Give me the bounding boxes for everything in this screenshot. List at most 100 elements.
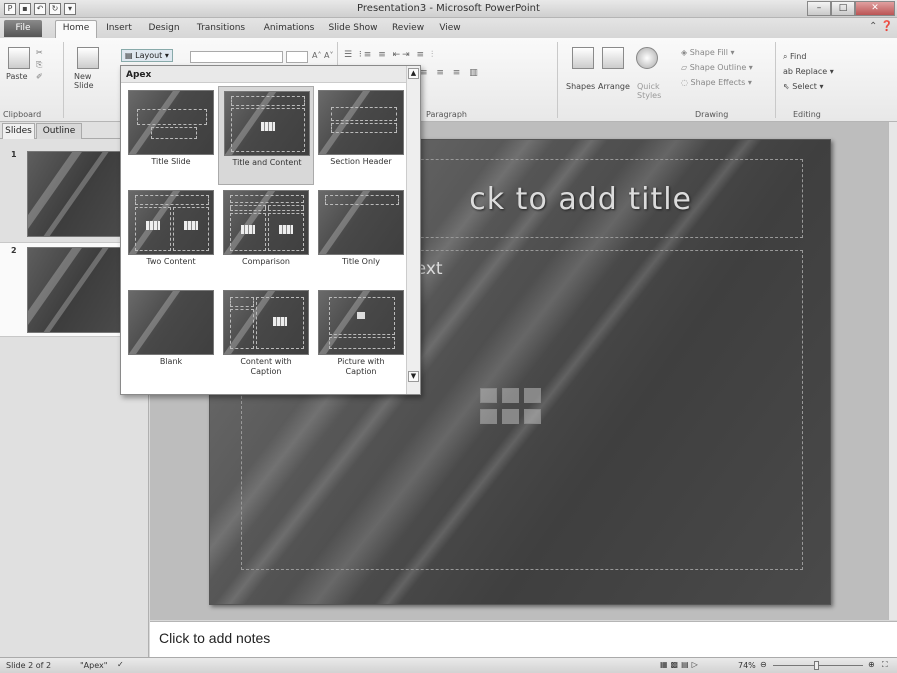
zoom-slider-thumb[interactable]	[814, 661, 819, 670]
replace-label: Replace	[795, 67, 828, 76]
tab-home[interactable]: Home	[55, 20, 97, 38]
spell-check-icon[interactable]: ✓	[117, 660, 124, 669]
group-divider	[775, 42, 776, 118]
layout-title-and-content[interactable]: Title and Content	[218, 86, 314, 185]
slide-count: Slide 2 of 2	[6, 661, 52, 670]
layout-label: Two Content	[146, 257, 196, 266]
zoom-out-icon[interactable]: ⊖	[760, 660, 767, 669]
arrange-label[interactable]: Arrange	[598, 82, 630, 91]
layout-title-only[interactable]: Title Only	[313, 186, 409, 285]
font-size-box[interactable]	[286, 51, 308, 63]
grow-font-icon[interactable]: A˄ A˅	[312, 51, 334, 60]
layout-gallery: Apex Title Slide Title and Content Secti…	[120, 65, 421, 395]
find-icon: ⌕	[783, 52, 791, 61]
shape-effects-button[interactable]: ◌ Shape Effects ▾	[681, 78, 752, 87]
slide-number: 2	[11, 246, 17, 255]
editing-group-label: Editing	[793, 110, 821, 119]
layout-preview	[318, 190, 404, 255]
new-slide-icon[interactable]	[77, 47, 99, 69]
select-button[interactable]: ⇖ Select ▾	[783, 82, 824, 91]
insert-smartart-icon[interactable]	[524, 388, 541, 403]
gallery-scrollbar[interactable]: ▲ ▼	[406, 66, 420, 394]
layout-preview	[128, 190, 214, 255]
arrange-icon[interactable]	[602, 47, 624, 69]
theme-name: "Apex"	[80, 661, 108, 670]
maximize-button[interactable]: □	[831, 1, 855, 16]
notes-placeholder: Click to add notes	[159, 630, 271, 646]
paste-label[interactable]: Paste	[6, 72, 28, 81]
layout-picture-with-caption[interactable]: Picture with Caption	[313, 286, 409, 385]
scroll-up-icon[interactable]: ▲	[408, 68, 419, 79]
scroll-down-icon[interactable]: ▼	[408, 371, 419, 382]
zoom-in-icon[interactable]: ⊕	[868, 660, 875, 669]
replace-button[interactable]: ab Replace ▾	[783, 67, 834, 76]
shape-fill-icon: ◈	[681, 48, 690, 57]
list-icons[interactable]: ☰ ⁝≡ ≡ ⇤⇥ ≡ ⫶	[344, 50, 435, 60]
window-controls: – □ ✕	[807, 1, 895, 16]
align-icons[interactable]: ≡ ≡ ≡ ▥	[420, 68, 481, 78]
shape-fill-label: Shape Fill	[689, 48, 728, 57]
format-painter-icon[interactable]: ✐	[36, 72, 43, 81]
minimize-button[interactable]: –	[807, 1, 831, 16]
layout-preview	[318, 90, 404, 155]
new-slide-label[interactable]: New Slide	[74, 72, 94, 90]
window-title: Presentation3 - Microsoft PowerPoint	[357, 3, 540, 14]
tab-insert[interactable]: Insert	[103, 22, 135, 37]
paragraph-group-label: Paragraph	[426, 110, 467, 119]
tab-transitions[interactable]: Transitions	[191, 22, 251, 37]
layout-title-slide[interactable]: Title Slide	[123, 86, 219, 185]
layout-section-header[interactable]: Section Header	[313, 86, 409, 185]
copy-icon[interactable]: ⎘	[36, 60, 42, 70]
layout-label: Comparison	[242, 257, 290, 266]
layout-two-content[interactable]: Two Content	[123, 186, 219, 285]
insert-chart-icon[interactable]	[502, 388, 519, 403]
vertical-scrollbar[interactable]	[888, 122, 897, 620]
fit-to-window-icon[interactable]: ⛶	[882, 660, 888, 670]
shapes-label[interactable]: Shapes	[566, 82, 595, 91]
tab-slide-show[interactable]: Slide Show	[324, 22, 382, 37]
layout-label: Content with Caption	[240, 357, 292, 376]
layout-blank[interactable]: Blank	[123, 286, 219, 385]
help-icon[interactable]: ⌃ ❓	[869, 21, 893, 32]
layout-preview	[223, 190, 309, 255]
layout-content-with-caption[interactable]: Content with Caption	[218, 286, 314, 385]
shape-outline-button[interactable]: ▱ Shape Outline ▾	[681, 63, 753, 72]
tab-animations[interactable]: Animations	[258, 22, 320, 37]
insert-clipart-icon[interactable]	[502, 409, 519, 424]
shapes-icon[interactable]	[572, 47, 594, 69]
insert-table-icon[interactable]	[480, 388, 497, 403]
paste-icon[interactable]	[8, 47, 30, 69]
tab-slides[interactable]: Slides	[2, 123, 35, 139]
shape-fill-button[interactable]: ◈ Shape Fill ▾	[681, 48, 735, 57]
font-name-box[interactable]	[190, 51, 283, 63]
layout-preview	[318, 290, 404, 355]
cut-icon[interactable]: ✂	[36, 48, 43, 57]
layout-label: Title and Content	[232, 158, 302, 167]
drawing-group-label: Drawing	[695, 110, 729, 119]
layout-button[interactable]: ▤ Layout ▾	[121, 49, 173, 62]
layout-icon: ▤	[125, 51, 136, 60]
tab-view[interactable]: View	[434, 22, 466, 37]
layout-label: Title Slide	[151, 157, 191, 166]
layout-comparison[interactable]: Comparison	[218, 186, 314, 285]
notes-pane[interactable]: Click to add notes	[150, 621, 897, 657]
group-divider	[63, 42, 64, 118]
tab-outline[interactable]: Outline	[36, 123, 82, 139]
clipboard-group-label: Clipboard	[3, 110, 42, 119]
ribbon-tabs: File Home Insert Design Transitions Anim…	[0, 18, 897, 38]
layout-preview	[223, 290, 309, 355]
quick-styles-label[interactable]: Quick Styles	[637, 82, 661, 100]
find-button[interactable]: ⌕ Find	[783, 52, 806, 62]
insert-media-icon[interactable]	[524, 409, 541, 424]
title-bar: P ▪ ↶ ↻ ▾ Presentation3 - Microsoft Powe…	[0, 0, 897, 18]
quick-styles-icon[interactable]	[636, 47, 658, 69]
layout-label: Picture with Caption	[337, 357, 385, 376]
view-buttons[interactable]: ▦▩▤▷	[660, 660, 701, 669]
select-label: Select	[792, 82, 817, 91]
insert-picture-icon[interactable]	[480, 409, 497, 424]
tab-file[interactable]: File	[4, 20, 42, 37]
tab-review[interactable]: Review	[388, 22, 428, 37]
tab-design[interactable]: Design	[144, 22, 184, 37]
zoom-level[interactable]: 74%	[738, 661, 756, 670]
close-button[interactable]: ✕	[855, 1, 895, 16]
